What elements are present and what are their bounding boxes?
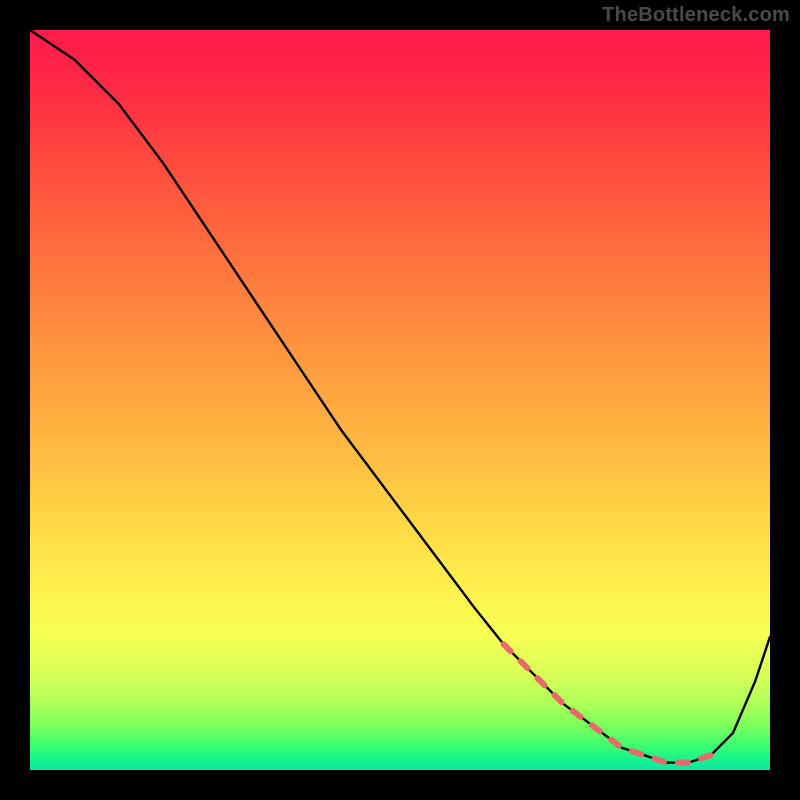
bottleneck-curve	[30, 30, 770, 763]
chart-frame: TheBottleneck.com	[0, 0, 800, 800]
optimal-region-dashes	[504, 644, 711, 762]
watermark-text: TheBottleneck.com	[602, 4, 790, 27]
plot-area	[30, 30, 770, 770]
curve-layer	[30, 30, 770, 770]
